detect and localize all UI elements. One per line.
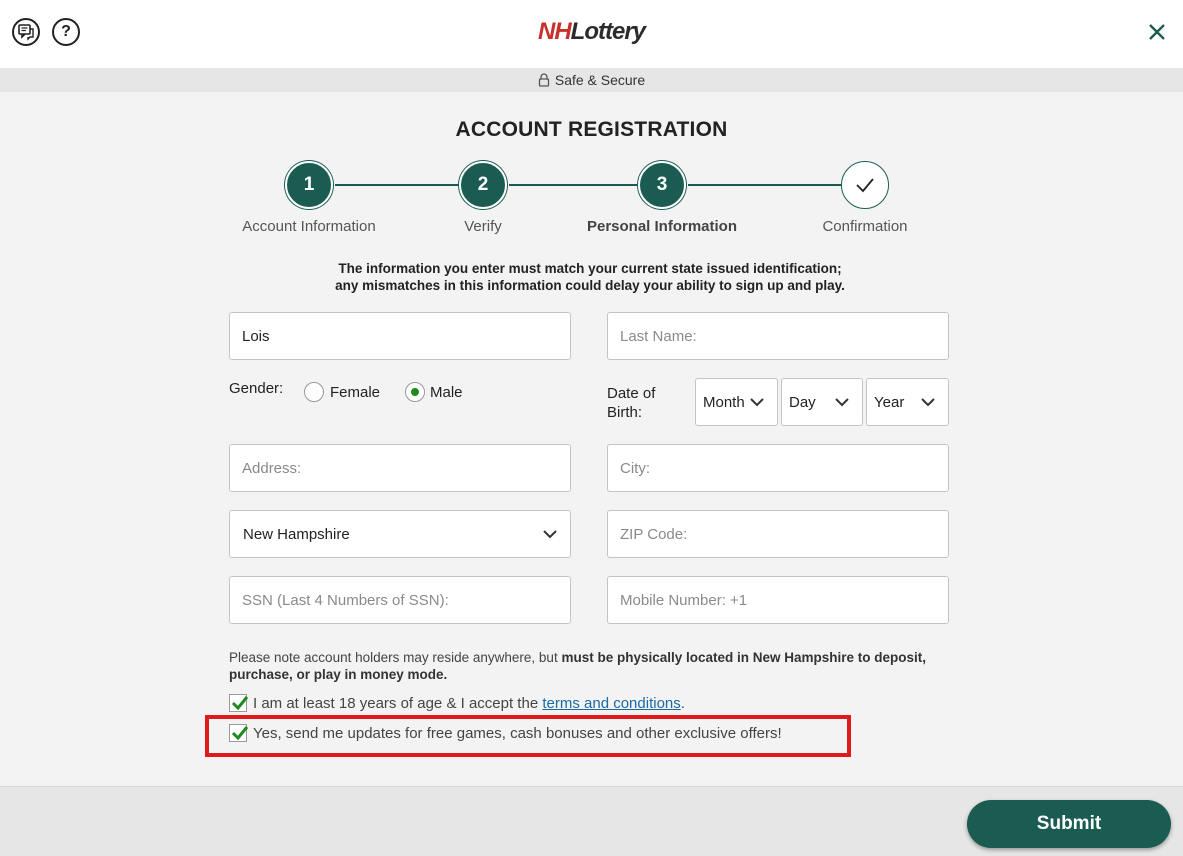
help-icon: ? (61, 23, 71, 40)
chat-icon (18, 24, 34, 41)
step-2-label: Verify (464, 218, 502, 235)
registration-content: ACCOUNT REGISTRATION 1 2 3 Account Infor… (0, 92, 1183, 786)
zip-code-input[interactable] (607, 510, 949, 558)
dob-label: Date of Birth: (607, 384, 655, 422)
help-button[interactable]: ? (52, 18, 80, 46)
dob-label-line-1: Date of (607, 385, 656, 402)
dob-day-select[interactable]: Day (781, 378, 863, 426)
id-match-notice: The information you enter must match you… (200, 260, 980, 294)
nh-lottery-logo: NHLottery (538, 18, 646, 46)
age-terms-checkbox[interactable] (229, 694, 249, 712)
logo-lottery-text: Lottery (570, 18, 646, 45)
chevron-down-icon (543, 530, 557, 539)
gender-male-radio[interactable] (405, 382, 425, 402)
step-3-circle: 3 (638, 161, 686, 209)
last-name-input[interactable] (607, 312, 949, 360)
step-4-label: Confirmation (822, 218, 908, 235)
location-note: Please note account holders may reside a… (229, 649, 969, 683)
dob-year-value: Year (874, 393, 905, 411)
step-3-label: Personal Information (586, 218, 738, 235)
checkmark-icon (856, 178, 874, 193)
step-2-circle: 2 (459, 161, 507, 209)
notice-line-1: The information you enter must match you… (338, 261, 842, 276)
close-icon (1149, 24, 1165, 40)
submit-button[interactable]: Submit (967, 800, 1171, 848)
ssn-input[interactable] (229, 576, 571, 624)
top-bar: ? NHLottery (0, 0, 1183, 68)
state-value: New Hampshire (243, 525, 350, 543)
chevron-down-icon (835, 398, 849, 407)
footer-bar: Submit (0, 786, 1183, 856)
checkmark-icon (231, 696, 249, 711)
gender-female-label[interactable]: Female (330, 384, 380, 401)
step-4-circle (841, 161, 889, 209)
close-button[interactable] (1147, 22, 1167, 42)
location-note-text: Please note account holders may reside a… (229, 650, 562, 665)
chevron-down-icon (750, 398, 764, 407)
chevron-down-icon (921, 398, 935, 407)
age-terms-text: I am at least 18 years of age & I accept… (253, 694, 539, 712)
step-connector-1 (335, 184, 460, 186)
dob-day-value: Day (789, 393, 816, 411)
notice-line-2: any mismatches in this information could… (335, 278, 845, 293)
lock-icon (538, 73, 550, 87)
age-terms-suffix: . (680, 694, 685, 712)
first-name-input[interactable] (229, 312, 571, 360)
gender-female-radio[interactable] (304, 382, 324, 402)
highlight-box (205, 715, 851, 757)
dob-month-value: Month (703, 393, 745, 411)
city-input[interactable] (607, 444, 949, 492)
step-connector-2 (509, 184, 639, 186)
terms-and-conditions-link[interactable]: terms and conditions (542, 695, 680, 712)
address-input[interactable] (229, 444, 571, 492)
step-1-circle: 1 (285, 161, 333, 209)
dob-label-line-2: Birth: (607, 404, 643, 421)
secure-banner: Safe & Secure (0, 68, 1183, 92)
gender-label: Gender: (229, 380, 284, 397)
chat-button[interactable] (12, 18, 40, 46)
mobile-number-input[interactable] (607, 576, 949, 624)
step-connector-3 (688, 184, 842, 186)
dob-year-select[interactable]: Year (866, 378, 949, 426)
state-select[interactable]: New Hampshire (229, 510, 571, 558)
dob-month-select[interactable]: Month (695, 378, 778, 426)
step-1-label: Account Information (242, 218, 376, 235)
age-terms-row: I am at least 18 years of age & I accept… (229, 694, 685, 712)
logo-nh-text: NH (538, 18, 572, 45)
secure-text: Safe & Secure (554, 72, 646, 88)
gender-male-label[interactable]: Male (430, 384, 463, 401)
page-title: ACCOUNT REGISTRATION (455, 118, 728, 141)
